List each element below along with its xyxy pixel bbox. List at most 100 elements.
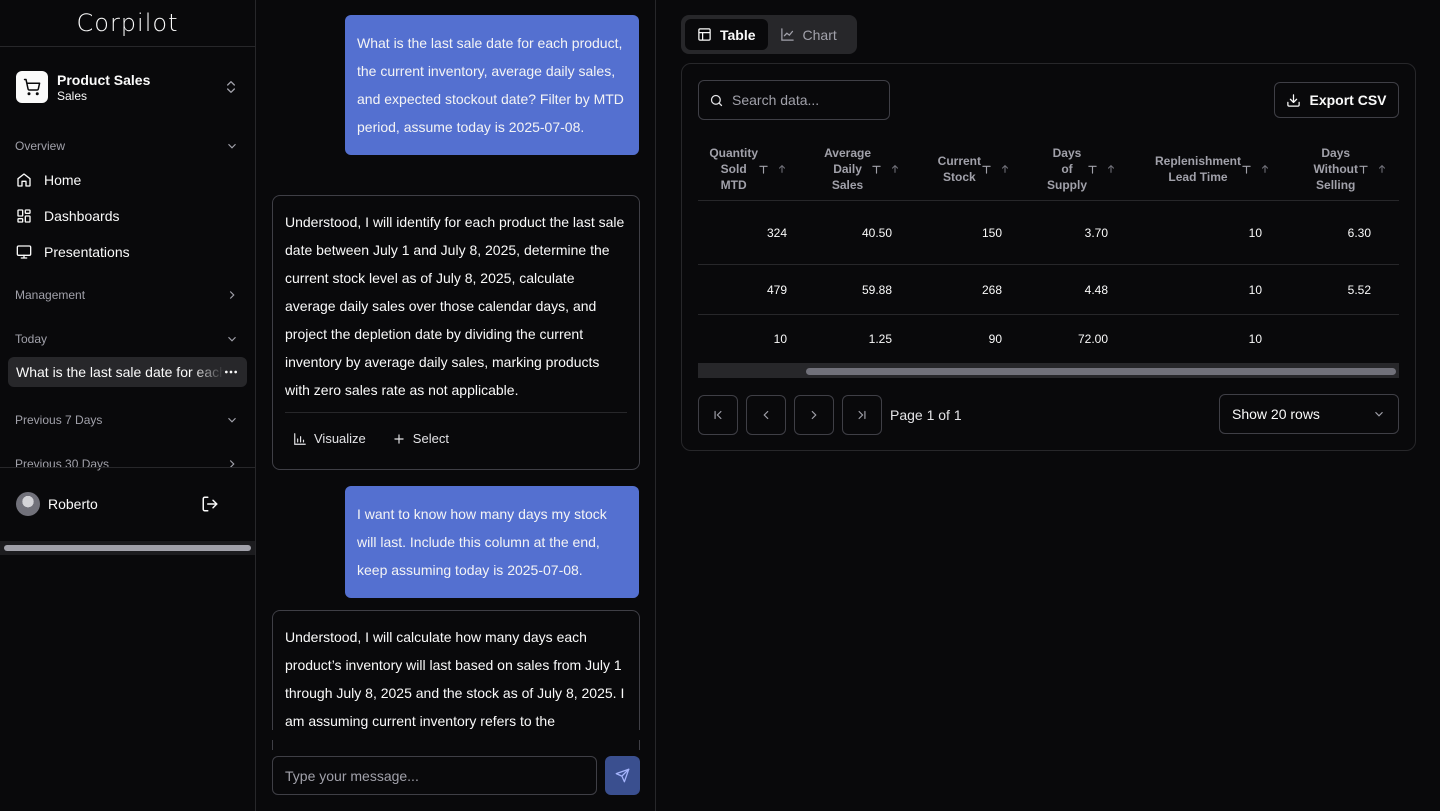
last-page-button[interactable]	[842, 395, 882, 435]
chat-history-item-label: What is the last sale date for each prod…	[16, 364, 224, 380]
column-header[interactable]: Replenishment Lead Time	[1128, 138, 1282, 200]
nav-home[interactable]: Home	[0, 162, 255, 198]
column-header-label-line: Days	[1052, 146, 1082, 160]
table-cell: 10	[1248, 282, 1262, 297]
sidebar-footer: Roberto	[0, 467, 255, 540]
logout-icon[interactable]	[201, 495, 219, 513]
section-previous-7-days-label: Previous 7 Days	[15, 413, 103, 427]
sort-arrow-up-icon[interactable]	[1377, 164, 1387, 174]
tab-table[interactable]: Table	[685, 19, 768, 50]
send-icon	[615, 768, 630, 783]
column-header[interactable]: Days of Supply	[1022, 138, 1128, 200]
column-header-label: Current Stock	[938, 153, 981, 185]
sort-arrow-up-icon[interactable]	[1260, 164, 1270, 174]
section-today[interactable]: Today	[0, 328, 255, 350]
text-type-icon[interactable]	[1358, 164, 1369, 175]
user-message: I want to know how many days my stock wi…	[345, 486, 639, 598]
column-header-label: Replenishment Lead Time	[1155, 153, 1241, 185]
sidebar-scrollbar-thumb[interactable]	[4, 545, 251, 551]
search-field[interactable]	[698, 80, 890, 120]
table-row[interactable]: 10 1.25 90 72.00 10	[698, 315, 1399, 364]
app-logo[interactable]: Corpilot	[0, 0, 255, 47]
pagination: Page 1 of 1	[698, 395, 962, 435]
shopping-cart-icon	[16, 71, 48, 103]
table-cell: 6.30	[1347, 225, 1371, 240]
chevrons-last-icon	[858, 410, 866, 420]
text-type-icon[interactable]	[981, 164, 992, 175]
table-body: 324 40.50 150 3.70 10 6.30 479 59.88 268 4.48 10 5.…	[698, 201, 1399, 364]
previous-page-button[interactable]	[746, 395, 786, 435]
chevron-left-icon	[763, 410, 769, 420]
sort-arrow-up-icon[interactable]	[777, 164, 787, 174]
column-header-label-line: Supply	[1046, 178, 1087, 192]
sort-arrow-up-icon[interactable]	[1106, 164, 1116, 174]
column-header-label-line: Current	[937, 154, 981, 168]
tab-table-label: Table	[720, 26, 756, 43]
column-header-label-line: Average	[824, 146, 871, 160]
nav-presentations[interactable]: Presentations	[0, 234, 255, 270]
column-header[interactable]: Quantity Sold MTD	[698, 138, 799, 200]
more-options-icon[interactable]	[223, 364, 239, 380]
chevron-down-icon	[228, 417, 236, 423]
chevron-right-icon	[811, 410, 817, 420]
message-input[interactable]	[285, 767, 584, 784]
column-header[interactable]: Average Daily Sales	[799, 138, 912, 200]
column-header[interactable]: Current Stock	[912, 138, 1022, 200]
table-cell: 10	[773, 332, 787, 346]
rows-per-page-select[interactable]: Show 20 rows	[1219, 394, 1399, 434]
text-type-icon[interactable]	[1241, 164, 1252, 175]
visualize-button[interactable]: Visualize	[293, 425, 366, 453]
rows-per-page-value: Show 20 rows	[1232, 406, 1320, 422]
table-scrollbar-thumb[interactable]	[806, 368, 1396, 375]
section-management-label: Management	[15, 288, 86, 302]
table-row[interactable]: 479 59.88 268 4.48 10 5.52	[698, 265, 1399, 315]
chevrons-first-icon	[714, 410, 722, 420]
column-header-controls	[1087, 164, 1116, 175]
chevrons-up-down-icon	[227, 81, 235, 93]
select-button[interactable]: Select	[392, 425, 449, 453]
export-csv-button[interactable]: Export CSV	[1274, 82, 1399, 118]
sort-arrow-up-icon[interactable]	[1000, 164, 1010, 174]
project-switcher[interactable]: Product Sales Sales	[0, 55, 255, 119]
table-icon	[698, 28, 711, 41]
text-type-icon[interactable]	[871, 164, 882, 175]
user-message: What is the last sale date for each prod…	[345, 15, 639, 155]
section-previous-7-days[interactable]: Previous 7 Days	[0, 409, 255, 431]
table-cell: 10	[1248, 332, 1262, 346]
first-page-button[interactable]	[698, 395, 738, 435]
send-button[interactable]	[605, 756, 640, 795]
tab-chart[interactable]: Chart	[768, 19, 849, 50]
chat-scroll-edge	[272, 730, 640, 740]
column-header-label-line: Sold	[720, 162, 747, 176]
next-page-button[interactable]	[794, 395, 834, 435]
message-composer[interactable]	[272, 756, 597, 795]
text-type-icon[interactable]	[758, 164, 769, 175]
column-header-label-line: Without	[1313, 162, 1358, 176]
sidebar: Corpilot Product Sales Sales Overview Ho…	[0, 0, 256, 811]
nav-presentations-label: Presentations	[44, 244, 130, 260]
page-info: Page 1 of 1	[890, 407, 962, 423]
sort-arrow-up-icon[interactable]	[890, 164, 900, 174]
user-menu[interactable]: Roberto	[0, 468, 255, 540]
column-header[interactable]: Days Without Selling	[1282, 138, 1399, 200]
column-header-label: Days Without Selling	[1313, 145, 1358, 193]
column-header-controls	[1358, 164, 1387, 175]
column-header-label: Days of Supply	[1047, 145, 1087, 193]
section-overview[interactable]: Overview	[0, 135, 255, 157]
section-management[interactable]: Management	[0, 284, 255, 306]
sidebar-scrollbar[interactable]	[0, 541, 255, 555]
chat-history-item-active[interactable]: What is the last sale date for each prod…	[8, 357, 247, 387]
column-header-label-line: of	[1061, 162, 1073, 176]
table-horizontal-scrollbar[interactable]	[698, 364, 1399, 378]
nav-home-label: Home	[44, 172, 82, 188]
nav-dashboards[interactable]: Dashboards	[0, 198, 255, 234]
text-type-icon[interactable]	[1087, 164, 1098, 175]
results-panel: Table Chart Export CSV Quantity Sold MTD Av…	[657, 0, 1440, 811]
column-header-controls	[981, 164, 1010, 175]
table-cell: 150	[981, 225, 1002, 240]
app-root: Corpilot Product Sales Sales Overview Ho…	[0, 0, 1440, 811]
table-row[interactable]: 324 40.50 150 3.70 10 6.30	[698, 201, 1399, 265]
bar-chart-icon	[294, 432, 306, 445]
column-header-label-line: Quantity	[709, 146, 758, 160]
search-input[interactable]	[732, 92, 872, 108]
